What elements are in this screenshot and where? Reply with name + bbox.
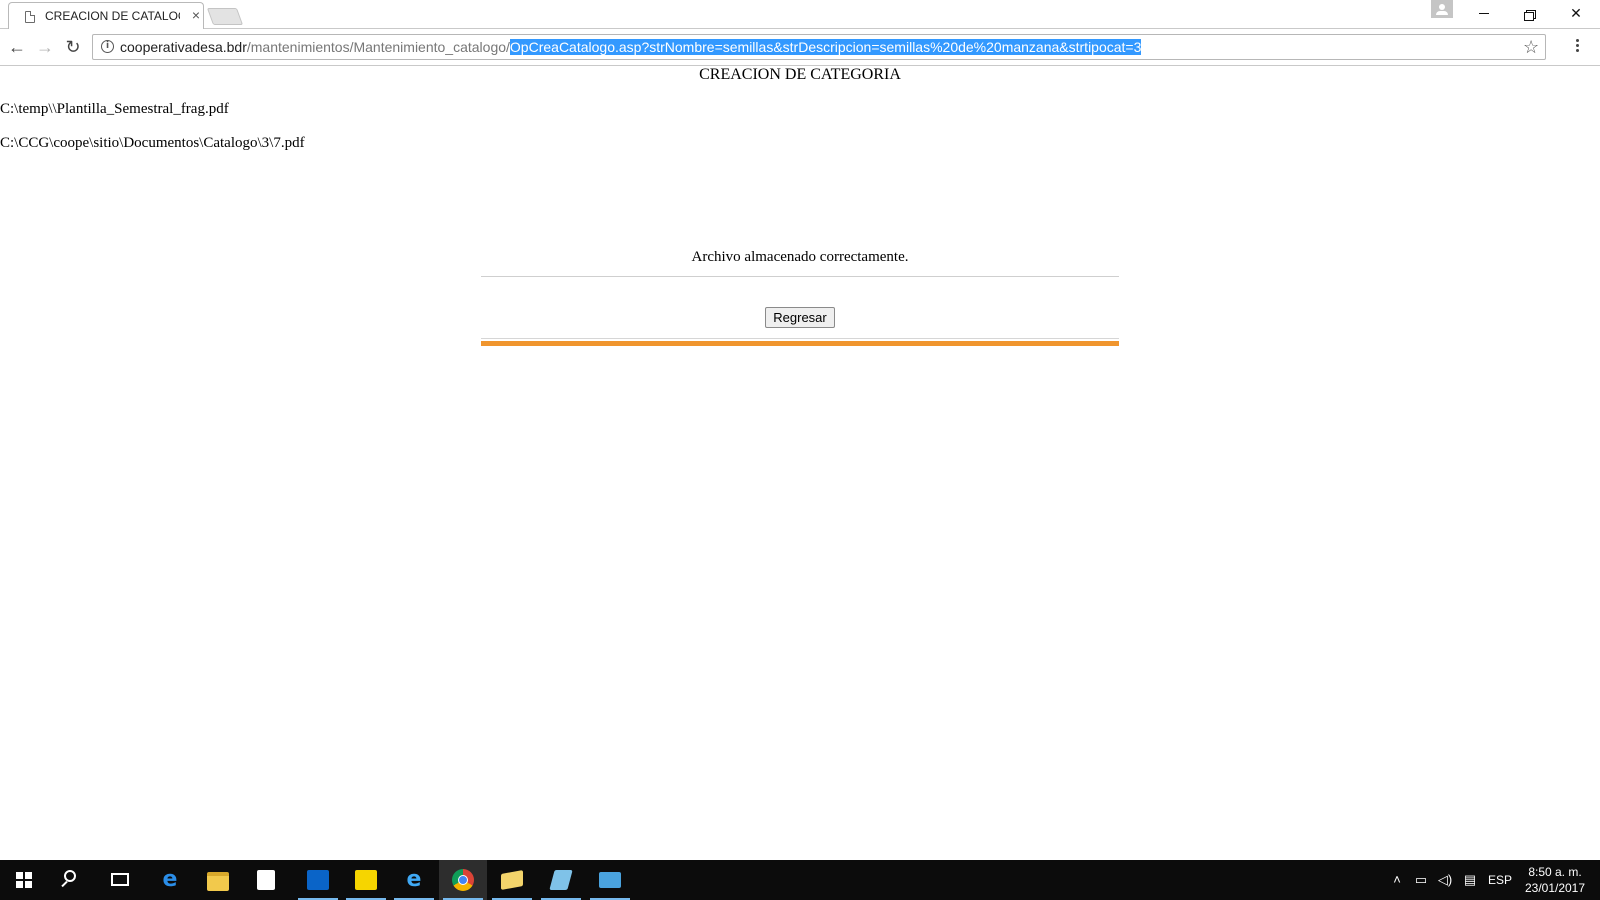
source-file-path: C:\temp\\Plantilla_Semestral_frag.pdf (0, 101, 229, 117)
folder-icon (207, 872, 229, 891)
taskbar-search-button[interactable] (48, 860, 96, 900)
taskbar-app-internet-explorer[interactable]: e (390, 860, 438, 900)
success-message: Archivo almacenado correctamente. (691, 249, 909, 265)
page-title: CREACION DE CATEGORIA (699, 66, 901, 83)
back-button[interactable]: ← (5, 35, 29, 59)
tab-title: CREACION DE CATALOGO (45, 9, 180, 23)
clock-time: 8:50 a. m. (1528, 865, 1582, 879)
url-text[interactable]: cooperativadesa.bdr/mantenimientos/Mante… (120, 39, 1142, 55)
windows-logo-icon (16, 872, 32, 888)
restore-button[interactable] (1507, 0, 1553, 28)
divider (481, 338, 1119, 339)
clock-date: 23/01/2017 (1524, 881, 1586, 895)
url-host: cooperativadesa.bdr (120, 39, 247, 55)
page-favicon-icon (25, 11, 35, 23)
minimize-icon (1479, 13, 1489, 14)
arrow-right-icon: → (36, 37, 54, 57)
regresar-button[interactable]: Regresar (765, 307, 835, 328)
reload-button[interactable]: ↻ (61, 35, 85, 59)
task-view-button[interactable] (96, 860, 144, 900)
taskbar-app-file-explorer[interactable] (194, 860, 242, 900)
network-icon[interactable]: ▭ (1410, 860, 1432, 900)
new-tab-button[interactable] (206, 8, 244, 25)
divider (481, 276, 1119, 277)
edge-icon: e (162, 867, 178, 892)
profile-icon[interactable] (1431, 0, 1453, 18)
site-info-icon[interactable]: i (101, 40, 114, 53)
tab-strip: CREACION DE CATALOGO × ✕ (0, 0, 1600, 30)
taskbar-app-folder[interactable] (488, 860, 536, 900)
close-icon: ✕ (1570, 5, 1582, 21)
action-center-icon[interactable]: ▤ (1459, 860, 1481, 900)
task-view-icon (111, 873, 129, 886)
folder-app-icon (501, 870, 523, 890)
store-icon (257, 870, 275, 890)
tab-close-icon[interactable]: × (189, 7, 203, 23)
taskbar-app-edge[interactable]: e (146, 860, 194, 900)
arrow-left-icon: ← (8, 37, 26, 57)
url-selected-query: OpCreaCatalogo.asp?strNombre=semillas&st… (509, 39, 1142, 55)
outlook-icon (307, 870, 329, 890)
page-content: CREACION DE CATEGORIA C:\temp\\Plantilla… (0, 66, 1600, 860)
browser-tab-active[interactable]: CREACION DE CATALOGO × (8, 2, 204, 30)
bookmark-star-icon[interactable]: ☆ (1523, 36, 1539, 58)
forward-button[interactable]: → (33, 35, 57, 59)
notepad-icon (549, 870, 573, 890)
app-yellow-icon (355, 870, 377, 890)
taskbar-app-store[interactable] (242, 860, 290, 900)
start-button[interactable] (0, 860, 48, 900)
button-row: Regresar (481, 307, 1119, 328)
taskbar-app-notepad[interactable] (537, 860, 585, 900)
minimize-button[interactable] (1461, 0, 1507, 28)
taskbar-app-chrome[interactable] (439, 860, 487, 900)
close-window-button[interactable]: ✕ (1553, 0, 1599, 28)
volume-icon[interactable]: ◁) (1434, 860, 1456, 900)
taskbar-app-yellow[interactable] (342, 860, 390, 900)
reload-icon: ↻ (65, 37, 81, 57)
url-path: /mantenimientos/Mantenimiento_catalogo/ (246, 39, 510, 55)
destination-file-path: C:\CCG\coope\sitio\Documentos\Catalogo\3… (0, 135, 305, 151)
taskbar-app-control-panel[interactable] (586, 860, 634, 900)
control-panel-icon (599, 872, 621, 888)
language-indicator[interactable]: ESP (1485, 860, 1515, 900)
windows-taskbar: e e ˄ ▭ ◁) ▤ ESP 8:50 a. m. 23/01/2017 (0, 860, 1600, 900)
show-hidden-icons-icon[interactable]: ˄ (1387, 860, 1407, 900)
browser-toolbar: ← → ↻ i cooperativadesa.bdr/mantenimient… (0, 29, 1600, 66)
taskbar-clock[interactable]: 8:50 a. m. 23/01/2017 (1515, 864, 1595, 896)
search-icon (64, 870, 76, 882)
accent-bar (481, 341, 1119, 346)
browser-menu-icon[interactable] (1576, 39, 1580, 55)
taskbar-app-outlook[interactable] (294, 860, 342, 900)
internet-explorer-icon: e (406, 867, 422, 892)
chrome-icon (452, 869, 474, 891)
address-bar[interactable]: i cooperativadesa.bdr/mantenimientos/Man… (92, 34, 1546, 60)
result-panel: Archivo almacenado correctamente. Regres… (481, 248, 1119, 346)
